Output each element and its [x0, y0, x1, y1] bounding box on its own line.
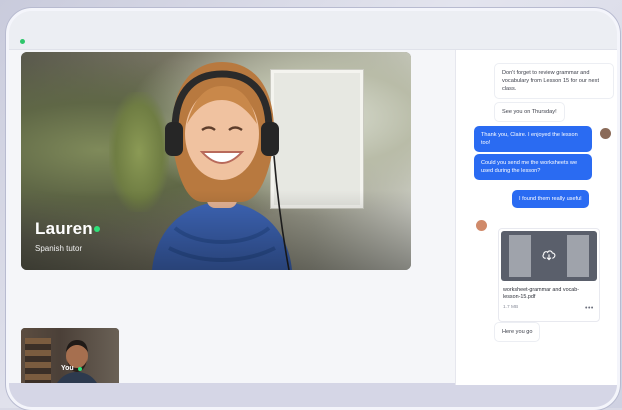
- participant-role: Spanish tutor: [35, 244, 83, 253]
- more-options-icon[interactable]: •••: [585, 305, 594, 312]
- chat-panel: Don't forget to review grammar and vocab…: [455, 50, 617, 385]
- chat-message-outgoing: Thank you, Claire. I enjoyed the lesson …: [474, 126, 592, 152]
- file-attachment[interactable]: worksheet-grammar and vocab-lesson-15.pd…: [498, 228, 600, 322]
- title-bar: [9, 11, 617, 50]
- self-online-indicator: [78, 367, 82, 371]
- file-name[interactable]: worksheet-grammar and vocab-lesson-15.pd…: [503, 287, 581, 301]
- tutor-avatar: [476, 220, 487, 231]
- participant-name: Lauren: [35, 219, 93, 238]
- self-video-label: You: [61, 365, 74, 372]
- chat-message-outgoing: I found them really useful: [512, 190, 589, 208]
- file-size: 1.7 MB: [503, 305, 519, 310]
- cloud-download-icon[interactable]: [541, 247, 557, 263]
- participant-video[interactable]: Lauren Spanish tutor: [21, 52, 411, 270]
- status-indicator: [20, 39, 25, 44]
- participant-online-indicator: [94, 226, 100, 232]
- file-preview: [501, 231, 597, 281]
- user-avatar: [600, 128, 611, 139]
- preview-page: [567, 235, 589, 277]
- preview-page: [509, 235, 531, 277]
- chat-message-incoming: Here you go: [494, 322, 541, 342]
- chat-message-incoming: Don't forget to review grammar and vocab…: [494, 63, 614, 99]
- app-window: Lauren Spanish tutor You Don't forget to…: [6, 8, 620, 410]
- chat-message-incoming: See you on Thursday!: [494, 102, 565, 122]
- bottom-strip: [9, 383, 617, 407]
- chat-message-outgoing: Could you send me the worksheets we used…: [474, 154, 592, 180]
